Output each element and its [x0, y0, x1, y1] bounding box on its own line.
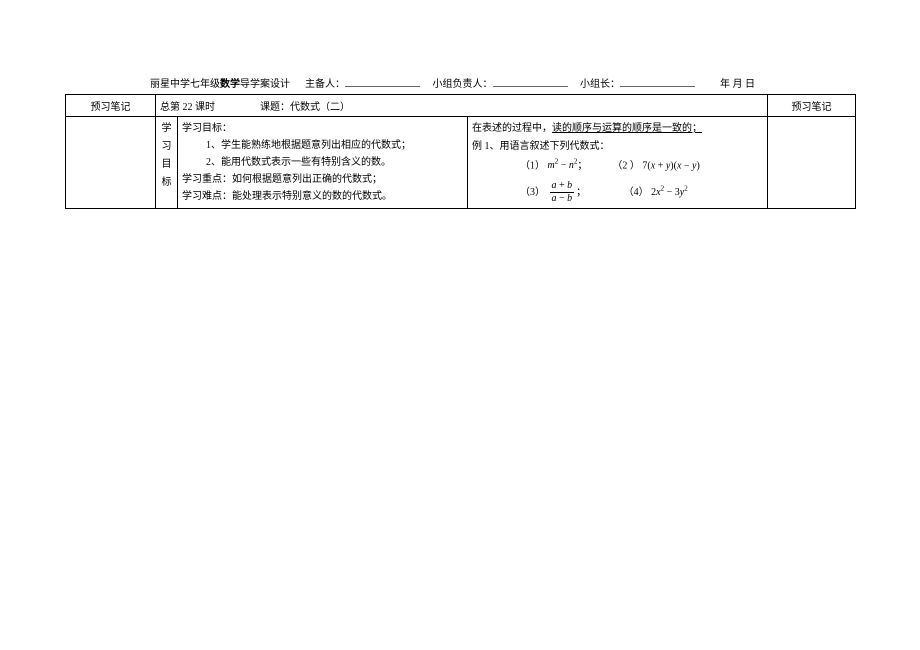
statement-prefix: 在表述的过程中， [472, 123, 552, 134]
goal-item-2: 2、能用代数式表示一些有特别含义的数。 [182, 154, 463, 171]
eq3-sep: ； [576, 187, 586, 198]
side-char-1: 学 [162, 123, 172, 134]
eq4-math: 2x2 − 3y2 [651, 187, 688, 198]
equation-row-2: （3） a + b a − b ； （4） 2x2 − 3y2 [472, 181, 763, 204]
equation-row-1: （1） m2 − n2； （2 ） 7(x + y)(x − y) [472, 156, 763, 175]
team-leader-blank [620, 76, 695, 87]
goal-focus: 学习重点：如何根据题意列出正确的代数式； [182, 171, 463, 188]
lesson-number: 总第 22 课时 [160, 102, 215, 113]
statement-underlined: 读的顺序与运算的顺序是一致的； [552, 123, 702, 134]
prepared-by-blank [345, 76, 420, 87]
eq2-math: 7(x + y)(x − y) [642, 160, 699, 171]
eq4-label: （4） [624, 187, 649, 198]
topic-cell: 总第 22 课时 课题：代数式（二） [156, 95, 768, 117]
eq1-math: m2 − n2 [548, 160, 578, 171]
eq1-label: （1） [520, 160, 545, 171]
goal-item-1: 1、学生能熟练地根据题意列出相应的代数式； [182, 137, 463, 154]
example-content: 在表述的过程中，读的顺序与运算的顺序是一致的； 例 1、用语言叙述下列代数式： … [468, 117, 768, 209]
document-header: 丽星中学七年级数学导学案设计 主备人： 小组负责人： 小组长： 年 月 日 [65, 75, 855, 90]
design-label: 导学案设计 [240, 79, 290, 90]
group-leader-blank [493, 76, 568, 87]
left-note-header: 预习笔记 [66, 95, 156, 117]
date-label: 年 月 日 [720, 79, 755, 90]
right-note-body [768, 117, 856, 209]
statement-line: 在表述的过程中，读的顺序与运算的顺序是一致的； [472, 120, 763, 138]
subject-bold: 数学 [220, 79, 240, 90]
topic-label: 课题：代数式（二） [260, 102, 350, 113]
main-table: 预习笔记 总第 22 课时 课题：代数式（二） 预习笔记 学 习 目 标 学习目… [65, 94, 856, 209]
goals-side-label: 学 习 目 标 [156, 117, 178, 209]
eq3-label: （3） [520, 187, 545, 198]
goals-title: 学习目标： [182, 120, 463, 137]
side-char-3: 目 [162, 159, 172, 170]
goals-content: 学习目标： 1、学生能熟练地根据题意列出相应的代数式； 2、能用代数式表示一些有… [178, 117, 468, 209]
right-note-header: 预习笔记 [768, 95, 856, 117]
group-leader-label: 小组负责人： [433, 79, 493, 90]
team-leader-label: 小组长： [580, 79, 620, 90]
example-label: 例 1、用语言叙述下列代数式： [472, 138, 763, 156]
eq2-label: （2 ） [612, 160, 640, 171]
side-char-4: 标 [162, 177, 172, 188]
left-note-body [66, 117, 156, 209]
eq3-fraction: a + b a − b [550, 181, 575, 204]
side-char-2: 习 [162, 141, 172, 152]
prepared-by-label: 主备人： [305, 79, 345, 90]
school-name: 丽星中学七年级 [150, 79, 220, 90]
eq1-sep: ； [577, 160, 587, 171]
goal-difficulty: 学习难点：能处理表示特别意义的数的代数式。 [182, 188, 463, 205]
